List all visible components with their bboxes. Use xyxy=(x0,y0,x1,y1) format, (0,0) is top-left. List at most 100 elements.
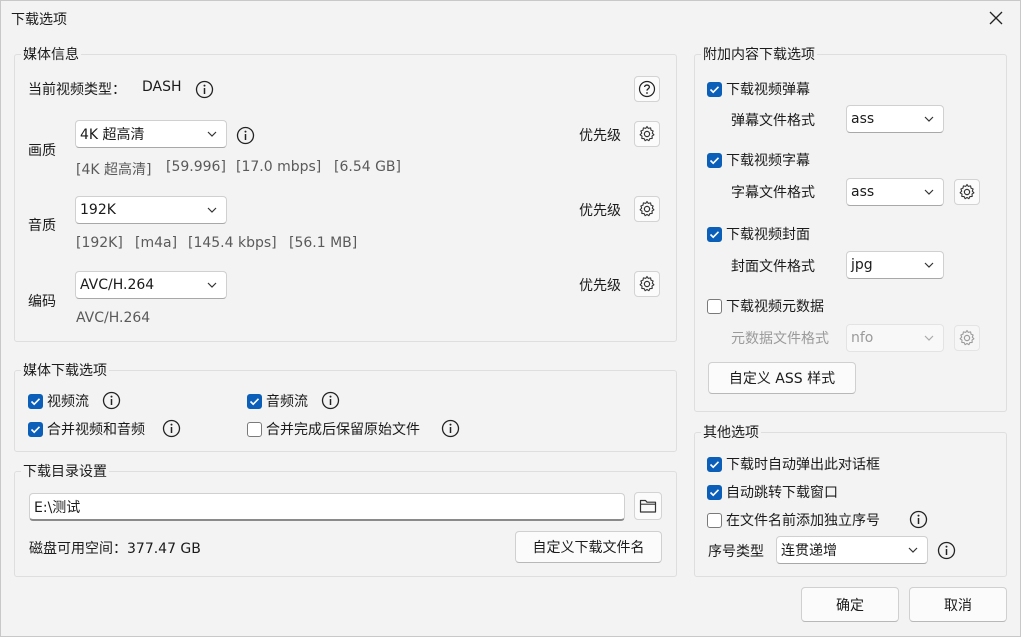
checkbox-box xyxy=(247,393,262,409)
subtitle-format-label: 字幕文件格式 xyxy=(731,185,815,201)
cover-format-select[interactable]: jpg xyxy=(846,251,944,279)
cancel-button[interactable]: 取消 xyxy=(909,587,1007,622)
cover-checkbox[interactable]: 下载视频封面 xyxy=(707,224,810,244)
codec-priority-label: 优先级 xyxy=(579,278,621,294)
gear-icon xyxy=(959,183,975,200)
danmaku-format-select[interactable]: ass xyxy=(846,105,944,133)
ok-button[interactable]: 确定 xyxy=(801,587,899,622)
metadata-checkbox[interactable]: 下载视频元数据 xyxy=(707,296,824,316)
add-index-label: 在文件名前添加独立序号 xyxy=(726,513,880,529)
audio-label: 音质 xyxy=(28,218,56,234)
auto-jump-label: 自动跳转下载窗口 xyxy=(726,485,838,501)
audio-priority-label: 优先级 xyxy=(579,203,621,219)
quality-detail-size: [6.54 GB] xyxy=(334,159,401,175)
subtitle-settings-button[interactable] xyxy=(954,179,980,205)
audio-stream-checkbox[interactable]: 音频流 xyxy=(247,391,308,411)
quality-priority-settings-button[interactable] xyxy=(634,121,660,147)
audio-select[interactable]: 192K xyxy=(75,196,227,224)
info-icon[interactable] xyxy=(235,125,255,145)
checkmark-icon xyxy=(30,425,41,433)
custom-ass-style-button[interactable]: 自定义 ASS 样式 xyxy=(708,362,856,394)
disk-space-label: 磁盘可用空间：377.47 GB xyxy=(29,541,201,557)
gear-icon xyxy=(639,125,655,142)
checkmark-icon xyxy=(249,397,260,405)
browse-folder-button[interactable] xyxy=(634,492,662,520)
info-icon[interactable] xyxy=(936,540,956,560)
audio-select-value: 192K xyxy=(80,202,116,218)
download-path-input[interactable]: E:\测试 xyxy=(29,493,625,521)
index-type-select[interactable]: 连贯递增 xyxy=(776,536,928,564)
custom-filename-button-label: 自定义下载文件名 xyxy=(532,540,645,556)
audio-stream-label: 音频流 xyxy=(266,394,308,410)
video-type-label: 当前视频类型： xyxy=(28,82,126,98)
info-icon[interactable] xyxy=(161,418,181,438)
subtitle-checkbox[interactable]: 下载视频字幕 xyxy=(707,150,810,170)
danmaku-format-value: ass xyxy=(851,111,875,127)
checkbox-box xyxy=(28,393,43,409)
add-index-checkbox[interactable]: 在文件名前添加独立序号 xyxy=(707,510,880,530)
subtitle-format-select[interactable]: ass xyxy=(846,178,944,206)
auto-jump-checkbox[interactable]: 自动跳转下载窗口 xyxy=(707,482,838,502)
auto-popup-label: 下载时自动弹出此对话框 xyxy=(726,457,880,473)
chevron-down-icon xyxy=(207,131,217,137)
quality-detail-fps: [59.996] xyxy=(166,159,226,175)
checkmark-icon xyxy=(709,230,720,238)
chevron-down-icon xyxy=(924,335,934,341)
checkbox-box xyxy=(28,421,43,437)
window-title: 下载选项 xyxy=(11,12,67,28)
custom-ass-style-button-label: 自定义 ASS 样式 xyxy=(728,371,836,387)
quality-detail-resolution: [4K 超高清] xyxy=(76,162,152,178)
checkmark-icon xyxy=(30,397,41,405)
cover-label: 下载视频封面 xyxy=(726,227,810,243)
info-icon[interactable] xyxy=(101,390,121,410)
subtitle-label: 下载视频字幕 xyxy=(726,153,810,169)
audio-priority-settings-button[interactable] xyxy=(634,196,660,222)
codec-label: 编码 xyxy=(28,294,56,310)
info-icon[interactable] xyxy=(194,79,214,99)
checkbox-box xyxy=(707,512,722,528)
metadata-settings-button[interactable] xyxy=(954,325,980,351)
checkbox-box xyxy=(707,456,722,472)
danmaku-checkbox[interactable]: 下载视频弹幕 xyxy=(707,79,810,99)
folder-icon xyxy=(639,499,657,513)
info-icon[interactable] xyxy=(440,418,460,438)
quality-detail-bitrate: [17.0 mbps] xyxy=(236,159,322,175)
quality-label: 画质 xyxy=(28,143,56,159)
checkbox-box xyxy=(707,484,722,500)
info-icon[interactable] xyxy=(908,509,928,529)
close-button[interactable] xyxy=(982,4,1010,32)
help-icon xyxy=(638,80,656,98)
group-title-media-download: 媒体下载选项 xyxy=(21,360,109,380)
codec-select[interactable]: AVC/H.264 xyxy=(75,271,227,299)
metadata-format-select[interactable]: nfo xyxy=(846,324,944,352)
checkbox-box xyxy=(707,152,722,168)
video-stream-checkbox[interactable]: 视频流 xyxy=(28,391,89,411)
merge-av-checkbox[interactable]: 合并视频和音频 xyxy=(28,419,145,439)
group-title-media-info: 媒体信息 xyxy=(21,44,81,64)
quality-priority-label: 优先级 xyxy=(579,128,621,144)
group-title-other: 其他选项 xyxy=(701,422,761,442)
codec-priority-settings-button[interactable] xyxy=(634,271,660,297)
auto-popup-checkbox[interactable]: 下载时自动弹出此对话框 xyxy=(707,454,880,474)
quality-select[interactable]: 4K 超高清 xyxy=(75,120,227,148)
gear-icon xyxy=(959,329,975,346)
checkbox-box xyxy=(707,298,722,314)
close-icon xyxy=(989,11,1003,25)
ok-button-label: 确定 xyxy=(836,597,864,614)
help-button[interactable] xyxy=(634,76,660,102)
chevron-down-icon xyxy=(908,547,918,553)
codec-detail: AVC/H.264 xyxy=(76,310,151,326)
group-title-extra: 附加内容下载选项 xyxy=(701,44,817,64)
merge-av-label: 合并视频和音频 xyxy=(47,422,145,438)
download-path-value: E:\测试 xyxy=(34,499,81,516)
index-type-value: 连贯递增 xyxy=(781,543,837,559)
chevron-down-icon xyxy=(924,116,934,122)
danmaku-format-label: 弹幕文件格式 xyxy=(731,113,815,129)
gear-icon xyxy=(639,275,655,292)
chevron-down-icon xyxy=(207,207,217,213)
custom-filename-button[interactable]: 自定义下载文件名 xyxy=(515,531,662,563)
info-icon[interactable] xyxy=(320,390,340,410)
keep-original-checkbox[interactable]: 合并完成后保留原始文件 xyxy=(247,419,420,439)
metadata-format-value: nfo xyxy=(851,330,874,346)
video-stream-label: 视频流 xyxy=(47,394,89,410)
